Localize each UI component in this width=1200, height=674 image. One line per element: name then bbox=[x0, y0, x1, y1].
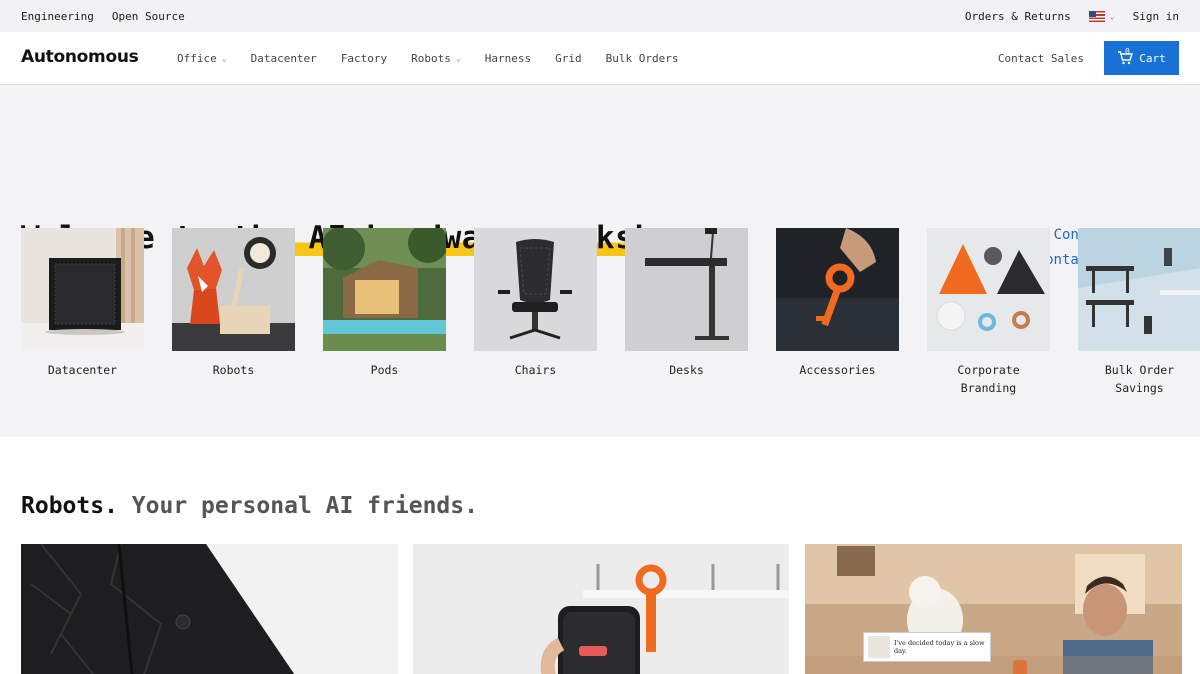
robot-card-phone-key[interactable] bbox=[413, 544, 790, 674]
bear-bubble-text: I've decided today is a slow day. bbox=[894, 639, 985, 655]
server-rack-image bbox=[21, 228, 144, 351]
nav-item-label: Bulk Orders bbox=[605, 51, 679, 65]
nav-links: Office ⌄ Datacenter Factory Robots ⌄ Harne… bbox=[177, 52, 998, 65]
category-label: Pods bbox=[370, 363, 399, 377]
phone-key-image bbox=[413, 544, 789, 674]
section-title-main: Robots. bbox=[21, 493, 118, 519]
nav-item-factory[interactable]: Factory bbox=[341, 52, 387, 65]
robot-card-dark-device[interactable] bbox=[21, 544, 398, 674]
nav-item-label: Harness bbox=[484, 51, 532, 65]
utility-left: Engineering Open Source bbox=[21, 10, 185, 23]
utility-right: Orders & Returns ⌄ Sign in bbox=[965, 10, 1179, 23]
nav-item-office[interactable]: Office ⌄ bbox=[177, 52, 227, 65]
category-robots[interactable]: Robots bbox=[172, 228, 295, 397]
locale-selector[interactable]: ⌄ bbox=[1088, 10, 1115, 22]
nav-item-label: Datacenter bbox=[250, 51, 317, 65]
nav-item-label: Robots bbox=[411, 51, 451, 65]
category-list: Datacenter Robots Pods Chairs Desks Acce… bbox=[21, 228, 1200, 397]
bear-avatar-icon bbox=[868, 636, 890, 658]
office-desks-image bbox=[1078, 228, 1200, 351]
category-desks[interactable]: Desks bbox=[625, 228, 748, 397]
standing-desk-image bbox=[625, 228, 748, 351]
category-label: Datacenter bbox=[47, 363, 118, 377]
category-bulk-order-savings[interactable]: Bulk Order Savings bbox=[1078, 228, 1200, 397]
utility-bar: Engineering Open Source Orders & Returns… bbox=[0, 0, 1200, 32]
robots-section-title: Robots. Your personal AI friends. bbox=[21, 493, 478, 519]
category-datacenter[interactable]: Datacenter bbox=[21, 228, 144, 397]
category-pods[interactable]: Pods bbox=[323, 228, 446, 397]
category-label: Chairs bbox=[514, 363, 557, 377]
autonomous-logo-icon: Autonomous bbox=[21, 47, 139, 67]
chevron-down-icon: ⌄ bbox=[1109, 11, 1115, 21]
cart-button[interactable]: 0 Cart bbox=[1104, 41, 1179, 75]
chevron-down-icon: ⌄ bbox=[455, 53, 461, 63]
us-flag-icon bbox=[1088, 10, 1105, 22]
contact-sales-link[interactable]: Contact Sales bbox=[998, 52, 1084, 65]
robot-card-polar-bear[interactable]: I've decided today is a slow day. bbox=[805, 544, 1182, 674]
section-subtitle: Your personal AI friends. bbox=[117, 493, 478, 519]
branded-objects-image bbox=[927, 228, 1050, 351]
logo[interactable]: Autonomous bbox=[21, 44, 177, 73]
fox-robot-image bbox=[172, 228, 295, 351]
nav-item-harness[interactable]: Harness bbox=[485, 52, 531, 65]
category-label: Bulk Order Savings bbox=[1104, 363, 1175, 395]
category-chairs[interactable]: Chairs bbox=[474, 228, 597, 397]
backyard-pod-image bbox=[323, 228, 446, 351]
cart-count: 0 bbox=[1125, 47, 1130, 56]
category-label: Accessories bbox=[799, 363, 876, 377]
nav-item-bulk-orders[interactable]: Bulk Orders bbox=[606, 52, 679, 65]
logo-text: Autonomous bbox=[21, 47, 139, 67]
nav-right: Contact Sales 0 Cart bbox=[998, 41, 1179, 75]
ergonomic-chair-image bbox=[474, 228, 597, 351]
nav-item-label: Grid bbox=[555, 51, 582, 65]
orange-key-image bbox=[776, 228, 899, 351]
open-source-link[interactable]: Open Source bbox=[112, 10, 185, 23]
nav-item-label: Factory bbox=[340, 51, 388, 65]
chevron-down-icon: ⌄ bbox=[221, 53, 227, 63]
orders-returns-link[interactable]: Orders & Returns bbox=[965, 10, 1071, 23]
engineering-link[interactable]: Engineering bbox=[21, 10, 94, 23]
robot-cards: I've decided today is a slow day. bbox=[21, 544, 1182, 674]
nav-item-label: Office bbox=[177, 51, 217, 65]
sign-in-link[interactable]: Sign in bbox=[1133, 10, 1179, 23]
nav-item-datacenter[interactable]: Datacenter bbox=[251, 52, 317, 65]
category-accessories[interactable]: Accessories bbox=[776, 228, 899, 397]
cart-label: Cart bbox=[1139, 51, 1166, 65]
polar-bear-scene-image bbox=[805, 544, 1182, 674]
category-label: Robots bbox=[212, 363, 255, 377]
category-corporate-branding[interactable]: Corporate Branding bbox=[927, 228, 1050, 397]
category-label: Desks bbox=[669, 363, 704, 377]
bear-speech-bubble: I've decided today is a slow day. bbox=[863, 632, 991, 662]
dark-device-image bbox=[21, 544, 398, 674]
main-nav: Autonomous Office ⌄ Datacenter Factory Ro… bbox=[0, 32, 1200, 85]
nav-item-robots[interactable]: Robots ⌄ bbox=[411, 52, 461, 65]
category-label: Corporate Branding bbox=[957, 363, 1020, 395]
nav-item-grid[interactable]: Grid bbox=[555, 52, 582, 65]
